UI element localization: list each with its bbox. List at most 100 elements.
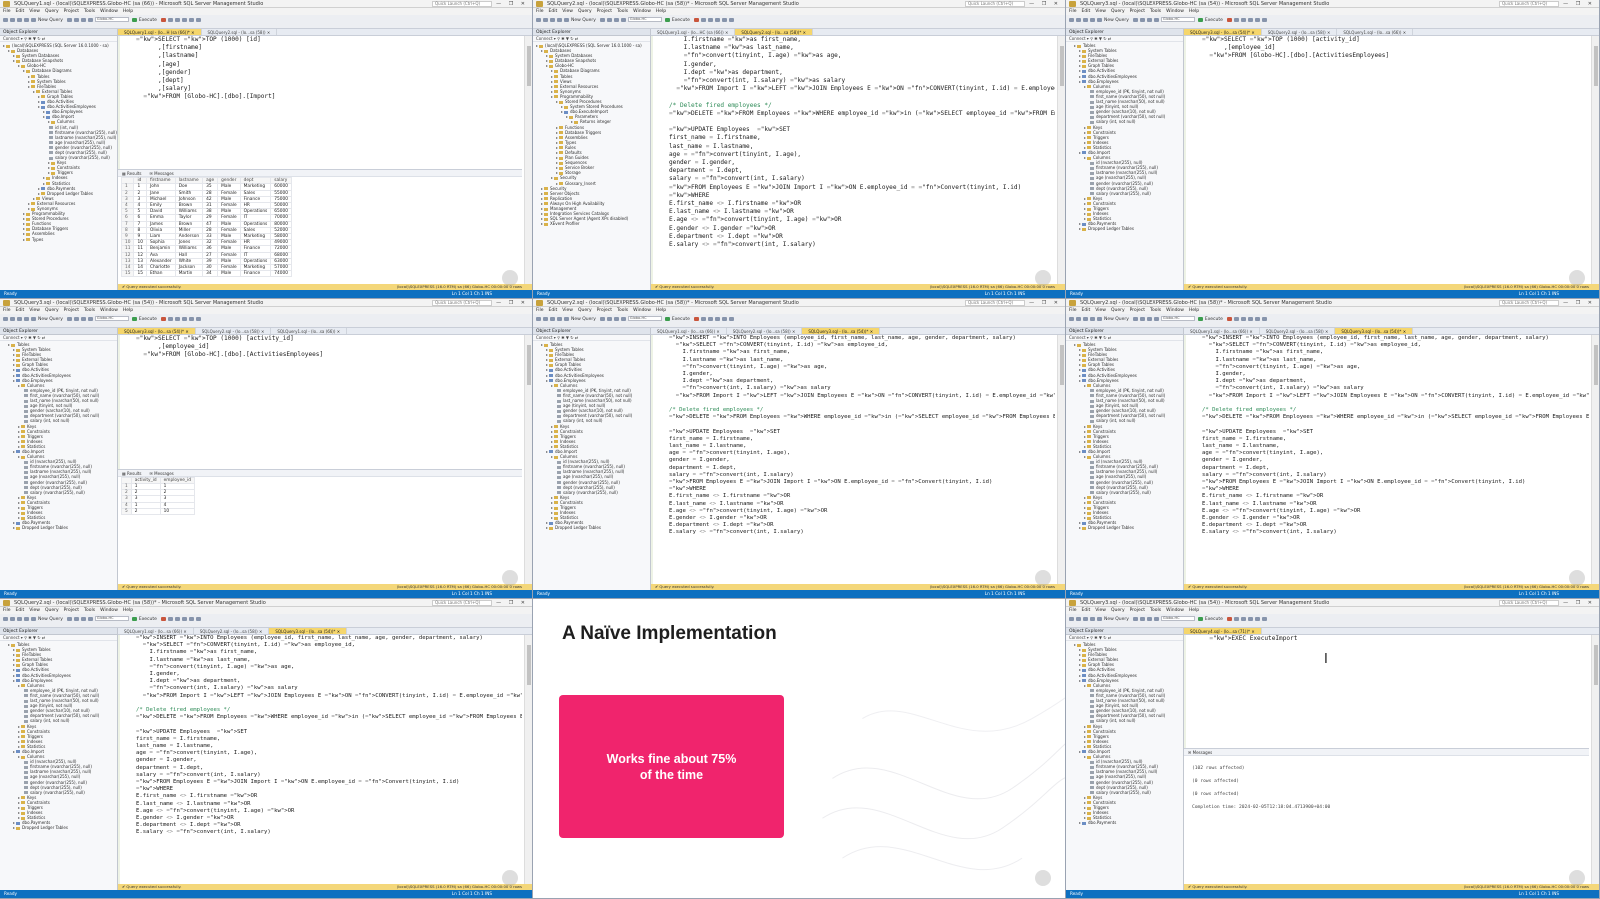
quick-launch-search[interactable]: Quick Launch (Ctrl+Q) — [1499, 600, 1559, 606]
new-file-icon[interactable] — [550, 17, 555, 22]
stop-icon[interactable] — [160, 316, 166, 321]
redo-icon[interactable] — [620, 316, 626, 321]
query-tab[interactable]: SQLQuery1.sql - (lo...H (sa (66))* ✕ — [118, 29, 202, 35]
database-dropdown[interactable]: Globo-HC — [627, 316, 662, 321]
new-query-button[interactable]: New Query — [1104, 617, 1129, 622]
redo-icon[interactable] — [1153, 17, 1159, 22]
dax-icon[interactable] — [606, 316, 612, 321]
play-overlay-icon[interactable] — [502, 270, 518, 286]
column-header[interactable]: employee_id — [159, 476, 195, 484]
window-controls[interactable]: — ❐ ✕ — [1029, 0, 1061, 8]
messages-tab[interactable]: ✉ Messages — [150, 471, 174, 476]
menu-item-query[interactable]: Query — [45, 608, 59, 613]
vertical-scrollbar[interactable] — [1591, 635, 1599, 884]
mdx-icon[interactable] — [1132, 17, 1138, 22]
quick-launch-search[interactable]: Quick Launch (Ctrl+Q) — [1499, 1, 1559, 7]
menu-item-help[interactable]: Help — [656, 9, 666, 14]
sql-code-area[interactable]: ="kw">SELECT ="kw">TOP (1000) [id] ,[fir… — [118, 36, 522, 170]
dax-icon[interactable] — [1139, 17, 1145, 22]
plan-icon[interactable] — [1240, 616, 1246, 621]
menu-item-help[interactable]: Help — [123, 608, 133, 613]
save-icon[interactable] — [564, 17, 569, 22]
menu-item-window[interactable]: Window — [100, 9, 118, 14]
new-query-button[interactable]: New Query — [1104, 317, 1129, 322]
undo-icon[interactable] — [1146, 17, 1152, 22]
window-controls[interactable]: — ❐ ✕ — [496, 299, 528, 307]
vertical-scrollbar[interactable] — [1591, 36, 1599, 284]
menu-item-edit[interactable]: Edit — [549, 308, 558, 313]
open-icon[interactable] — [24, 17, 29, 22]
menu-item-tools[interactable]: Tools — [617, 9, 628, 14]
menu-item-view[interactable]: View — [562, 308, 573, 313]
query-tab[interactable]: SQLQuery1.sql - (lo...sa (66)) ✕ — [651, 328, 727, 334]
back-icon[interactable] — [1069, 17, 1074, 22]
play-overlay-icon[interactable] — [1569, 570, 1585, 586]
menu-item-edit[interactable]: Edit — [1082, 308, 1091, 313]
query-tab[interactable]: SQLQuery3.sql - (lo...sa (54))* ✕ — [118, 328, 196, 334]
stop-icon[interactable] — [693, 316, 699, 321]
save-icon[interactable] — [1097, 616, 1102, 621]
open-icon[interactable] — [1090, 316, 1095, 321]
new-query-button[interactable]: New Query — [38, 317, 63, 322]
back-icon[interactable] — [3, 616, 8, 621]
menu-item-window[interactable]: Window — [1166, 608, 1184, 613]
menu-item-edit[interactable]: Edit — [16, 608, 25, 613]
mdx-icon[interactable] — [1132, 316, 1138, 321]
menu-item-edit[interactable]: Edit — [16, 9, 25, 14]
new-file-icon[interactable] — [1083, 17, 1088, 22]
plan-icon[interactable] — [707, 17, 713, 22]
sql-code-area[interactable]: I.firstname ="kw">as first_name, I.lastn… — [651, 36, 1055, 284]
new-file-icon[interactable] — [1083, 616, 1088, 621]
database-dropdown[interactable]: Globo-HC — [94, 616, 129, 621]
query-tab[interactable]: SQLQuery3.sql - (lo...sa (54))* ✕ — [802, 328, 881, 334]
sql-code-area[interactable]: ="kw">SELECT ="kw">TOP (1000) [activity_… — [118, 335, 522, 469]
plan-icon[interactable] — [1240, 316, 1246, 321]
quick-launch-search[interactable]: Quick Launch (Ctrl+Q) — [432, 300, 492, 306]
execute-button[interactable]: Execute — [1205, 317, 1223, 322]
new-query-button[interactable]: New Query — [571, 317, 596, 322]
save-icon[interactable] — [31, 17, 36, 22]
execute-button[interactable]: Execute — [672, 317, 690, 322]
parse-icon[interactable] — [700, 316, 706, 321]
query-tab[interactable]: SQLQuery1.sql - (lo...sa (66)) ✕ — [1337, 29, 1414, 35]
sql-code-area[interactable]: ="kw">INSERT ="kw">INTO Employees (emplo… — [118, 635, 522, 884]
forward-icon[interactable] — [1076, 616, 1081, 621]
mdx-icon[interactable] — [66, 316, 72, 321]
tree-node[interactable]: ▸ Dropped Ledger Tables — [1066, 226, 1183, 231]
execute-icon[interactable] — [664, 17, 670, 22]
indent-icon[interactable] — [728, 316, 734, 321]
query-tab[interactable]: SQLQuery1.sql - (lo...sa (66)) ✕ — [118, 628, 194, 634]
query-tab[interactable]: SQLQuery3.sql - (lo...sa (54))* ✕ — [269, 628, 348, 634]
new-file-icon[interactable] — [550, 316, 555, 321]
menu-item-view[interactable]: View — [29, 308, 40, 313]
query-tab[interactable]: SQLQuery3.sql - (lo...sa (54))* ✕ — [1184, 29, 1262, 35]
menu-item-project[interactable]: Project — [597, 308, 612, 313]
quick-launch-search[interactable]: Quick Launch (Ctrl+Q) — [1499, 300, 1559, 306]
back-icon[interactable] — [536, 316, 541, 321]
menu-item-query[interactable]: Query — [578, 9, 592, 14]
tree-node[interactable]: ▸ dbo.Payments — [1066, 820, 1183, 825]
menu-item-view[interactable]: View — [1095, 9, 1106, 14]
results-grid-icon[interactable] — [1247, 616, 1253, 621]
comment-icon[interactable] — [188, 17, 194, 22]
menu-item-tools[interactable]: Tools — [84, 608, 95, 613]
redo-icon[interactable] — [620, 17, 626, 22]
vertical-scrollbar[interactable] — [1057, 36, 1065, 284]
quick-launch-search[interactable]: Quick Launch (Ctrl+Q) — [965, 1, 1025, 7]
save-icon[interactable] — [31, 316, 36, 321]
new-query-button[interactable]: New Query — [571, 18, 596, 23]
menu-item-tools[interactable]: Tools — [1150, 608, 1161, 613]
redo-icon[interactable] — [87, 316, 93, 321]
quick-launch-search[interactable]: Quick Launch (Ctrl+Q) — [432, 600, 492, 606]
back-icon[interactable] — [3, 17, 8, 22]
query-tab[interactable]: SQLQuery1.sql - (lo...sa (66)) ✕ — [271, 328, 348, 334]
menu-item-project[interactable]: Project — [64, 9, 79, 14]
menu-item-project[interactable]: Project — [597, 9, 612, 14]
undo-icon[interactable] — [1146, 316, 1152, 321]
play-overlay-icon[interactable] — [502, 570, 518, 586]
database-dropdown[interactable]: Globo-HC — [94, 316, 129, 321]
new-file-icon[interactable] — [1083, 316, 1088, 321]
undo-icon[interactable] — [80, 616, 86, 621]
comment-icon[interactable] — [188, 616, 194, 621]
parse-icon[interactable] — [1233, 316, 1239, 321]
